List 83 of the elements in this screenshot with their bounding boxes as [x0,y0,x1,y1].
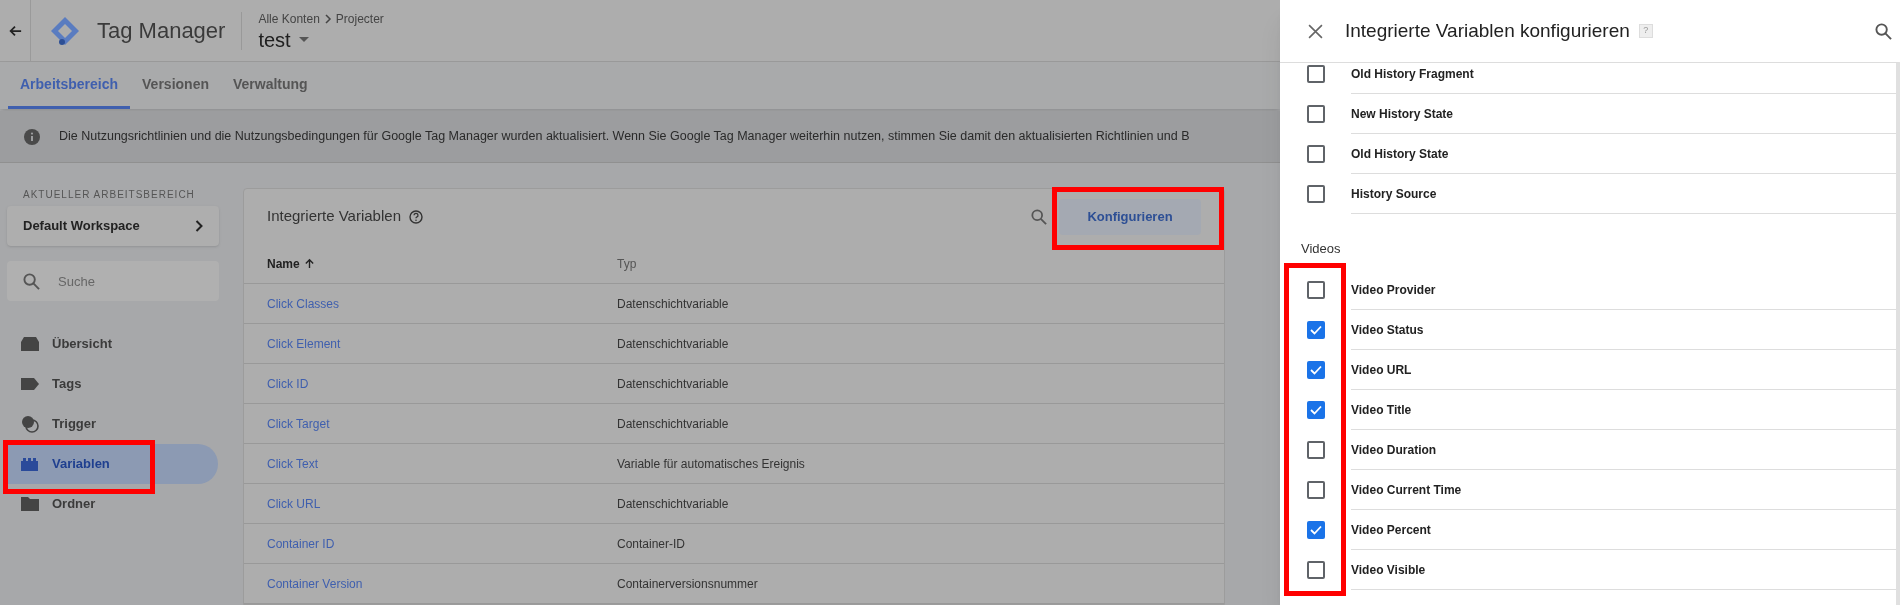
configure-button[interactable]: Konfigurieren [1059,198,1201,235]
notice-text: Die Nutzungsrichtlinien und die Nutzungsbedingungen für Google Tag Manager wurden aktualisiert. Wenn Sie Google Tag Manager weiterhin nutzen, stimmen Sie damit den aktualisierten Richtlinien und B [59,128,1190,146]
info-icon [24,128,40,145]
nav-item[interactable]: Tags [7,364,218,404]
column-header[interactable]: Name [267,254,300,273]
checkmark-icon [1310,365,1322,375]
checkmark-icon [1310,405,1322,415]
table-cell-text: Containerversionsnummer [617,575,758,593]
checkbox-label[interactable]: New History State [1351,104,1454,123]
table-cell-text: Variable für automatisches Ereignis [617,455,805,473]
checkbox-label[interactable]: History Source [1351,184,1437,203]
sort-ascending-icon[interactable] [303,258,315,269]
checkmark-icon [1310,525,1322,535]
table-cell-text: Container-ID [617,535,686,553]
variable-link[interactable]: Click Element [267,334,617,353]
checkbox-label[interactable]: Video Provider [1351,280,1436,299]
table-cell-text: Datenschichtvariable [617,375,729,393]
checkbox-label[interactable]: Video Percent [1351,520,1431,539]
folder-icon [21,497,39,511]
nav-item[interactable]: Übersicht [7,324,218,364]
container-selector[interactable]: test [258,27,384,52]
table-cell-text: Datenschichtvariable [617,415,729,433]
panel-title: Integrierte Variablen konfigurieren [1345,18,1630,43]
back-arrow-icon[interactable] [8,23,22,38]
checkbox[interactable] [1307,481,1325,499]
checkbox-label[interactable]: Old History State [1351,144,1449,163]
checkbox-label[interactable]: Video Title [1351,400,1412,419]
variable-link[interactable]: Click Target [267,414,617,433]
group-heading: Videos [1300,239,1342,258]
checkbox[interactable] [1307,65,1325,83]
checkbox[interactable] [1307,321,1325,339]
overlapping-circles-icon [21,415,39,433]
chevron-right-icon [323,13,332,24]
table-cell-text: Datenschichtvariable [617,335,729,353]
checkbox[interactable] [1307,105,1325,123]
label-icon [21,378,39,390]
inbox-icon [21,337,39,351]
variable-link[interactable]: Click ID [267,374,617,393]
checkbox-label[interactable]: Video Visible [1351,560,1426,579]
checkbox[interactable] [1307,185,1325,203]
checkbox[interactable] [1307,561,1325,579]
checkbox[interactable] [1307,281,1325,299]
search-icon [23,273,40,290]
caret-icon [298,36,309,43]
product-name: Tag Manager [97,17,226,45]
checkbox-label[interactable]: Video Duration [1351,440,1437,459]
section-label: AKTUELLER ARBEITSBEREICH [22,188,196,202]
checkbox[interactable] [1307,401,1325,419]
checkbox[interactable] [1307,361,1325,379]
logo-icon [49,14,81,47]
chevron-right-icon [195,220,203,232]
checkbox[interactable] [1307,441,1325,459]
card-title: Integrierte Variablen [267,206,401,227]
table-cell-text: Datenschichtvariable [617,295,729,313]
variable-link[interactable]: Click URL [267,494,617,513]
checkbox-label[interactable]: Video URL [1351,360,1412,379]
search-icon[interactable] [1875,22,1892,40]
table-cell-text: Datenschichtvariable [617,495,729,513]
checkbox[interactable] [1307,521,1325,539]
search-icon[interactable] [1031,208,1047,225]
variable-link[interactable]: Click Text [267,454,617,473]
help-badge[interactable]: ? [1638,24,1653,38]
nav-item[interactable]: Ordner [7,484,218,524]
nav-item[interactable]: Variablen [7,444,218,484]
checkbox-label[interactable]: Video Status [1351,320,1424,339]
checkbox-label[interactable]: Old History Fragment [1351,64,1474,83]
checkbox-label[interactable]: Video Current Time [1351,480,1462,499]
variable-link[interactable]: Container Version [267,574,617,593]
close-icon[interactable] [1308,23,1323,39]
search-field[interactable]: Suche [7,261,219,301]
workspace-selector[interactable]: Default Workspace [7,206,219,246]
variable-link[interactable]: Container ID [267,534,617,553]
blocks-icon [20,457,40,471]
checkmark-icon [1310,325,1322,335]
help-icon[interactable] [408,209,423,224]
nav-item[interactable]: Trigger [7,404,218,444]
column-header: Typ [617,255,637,273]
checkbox[interactable] [1307,145,1325,163]
variable-link[interactable]: Click Classes [267,294,617,313]
breadcrumb-link[interactable]: Projecter [335,9,384,28]
breadcrumb-link[interactable]: Alle Konten [258,9,320,28]
tab[interactable]: Versionen [130,62,221,110]
tab[interactable]: Verwaltung [220,62,320,110]
